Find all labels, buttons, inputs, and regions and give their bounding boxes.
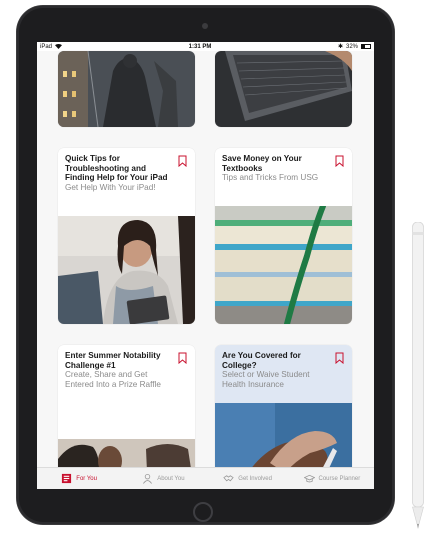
student-with-tablet-photo bbox=[58, 216, 195, 324]
card-subtitle: Select or Waive Student Health Insurance bbox=[222, 370, 310, 389]
status-time: 1:31 PM bbox=[188, 43, 212, 50]
tab-about-you[interactable]: About You bbox=[121, 468, 205, 489]
card-title: Save Money on Your Textbooks bbox=[222, 154, 302, 173]
apple-pencil bbox=[412, 222, 424, 529]
card-header: Save Money on Your Textbooks Tips and Tr… bbox=[215, 148, 352, 206]
handshake-icon bbox=[223, 475, 234, 482]
card-header: Are You Covered for College? Select or W… bbox=[215, 345, 352, 403]
battery-percent: 32% bbox=[345, 43, 358, 50]
device-label: iPad bbox=[40, 43, 53, 50]
status-bar: iPad 1:31 PM ✱ 32% bbox=[37, 42, 374, 51]
app-screen: iPad 1:31 PM ✱ 32% Quick Tips for Troubl… bbox=[37, 42, 374, 489]
card-subtitle: Create, Share and Get Entered Into a Pri… bbox=[65, 370, 161, 389]
card-title: Enter Summer Notability Challenge #1 bbox=[65, 351, 161, 370]
statue-photo bbox=[58, 51, 195, 127]
card-subtitle: Get Help With Your iPad! bbox=[65, 182, 156, 192]
bookmark-icon[interactable] bbox=[335, 352, 344, 364]
card-header: Enter Summer Notability Challenge #1 Cre… bbox=[58, 345, 195, 413]
tab-for-you[interactable]: For You bbox=[37, 468, 121, 489]
wifi-icon bbox=[55, 44, 63, 49]
tab-course-planner[interactable]: Course Planner bbox=[290, 468, 374, 489]
stacked-textbooks-photo bbox=[215, 206, 352, 324]
front-camera bbox=[202, 23, 208, 29]
tab-label: Get Involved bbox=[238, 475, 272, 482]
card-troubleshooting[interactable]: Quick Tips for Troubleshooting and Findi… bbox=[58, 148, 195, 324]
person-icon bbox=[143, 473, 153, 484]
bookmark-icon[interactable] bbox=[178, 352, 187, 364]
card-partial-statue[interactable] bbox=[58, 51, 195, 127]
tab-bar: For You About You Get Involved Course Pl… bbox=[37, 467, 374, 489]
tab-label: For You bbox=[76, 475, 97, 482]
card-partial-laptop[interactable] bbox=[215, 51, 352, 127]
tab-label: Course Planner bbox=[318, 475, 361, 482]
bookmark-icon[interactable] bbox=[178, 155, 187, 167]
tab-get-involved[interactable]: Get Involved bbox=[206, 468, 290, 489]
card-header: Quick Tips for Troubleshooting and Findi… bbox=[58, 148, 195, 206]
for-you-icon bbox=[62, 473, 72, 484]
laptop-photo bbox=[215, 51, 352, 127]
card-textbooks[interactable]: Save Money on Your Textbooks Tips and Tr… bbox=[215, 148, 352, 324]
home-button[interactable] bbox=[193, 502, 213, 522]
battery-icon bbox=[361, 44, 371, 49]
card-title: Quick Tips for Troubleshooting and Findi… bbox=[65, 154, 168, 183]
bookmark-icon[interactable] bbox=[335, 155, 344, 167]
bluetooth-icon: ✱ bbox=[337, 44, 343, 50]
graduation-cap-icon bbox=[303, 474, 315, 483]
card-title: Are You Covered for College? bbox=[222, 351, 301, 370]
card-subtitle: Tips and Tricks From USG bbox=[222, 173, 319, 183]
tab-label: About You bbox=[157, 475, 185, 482]
